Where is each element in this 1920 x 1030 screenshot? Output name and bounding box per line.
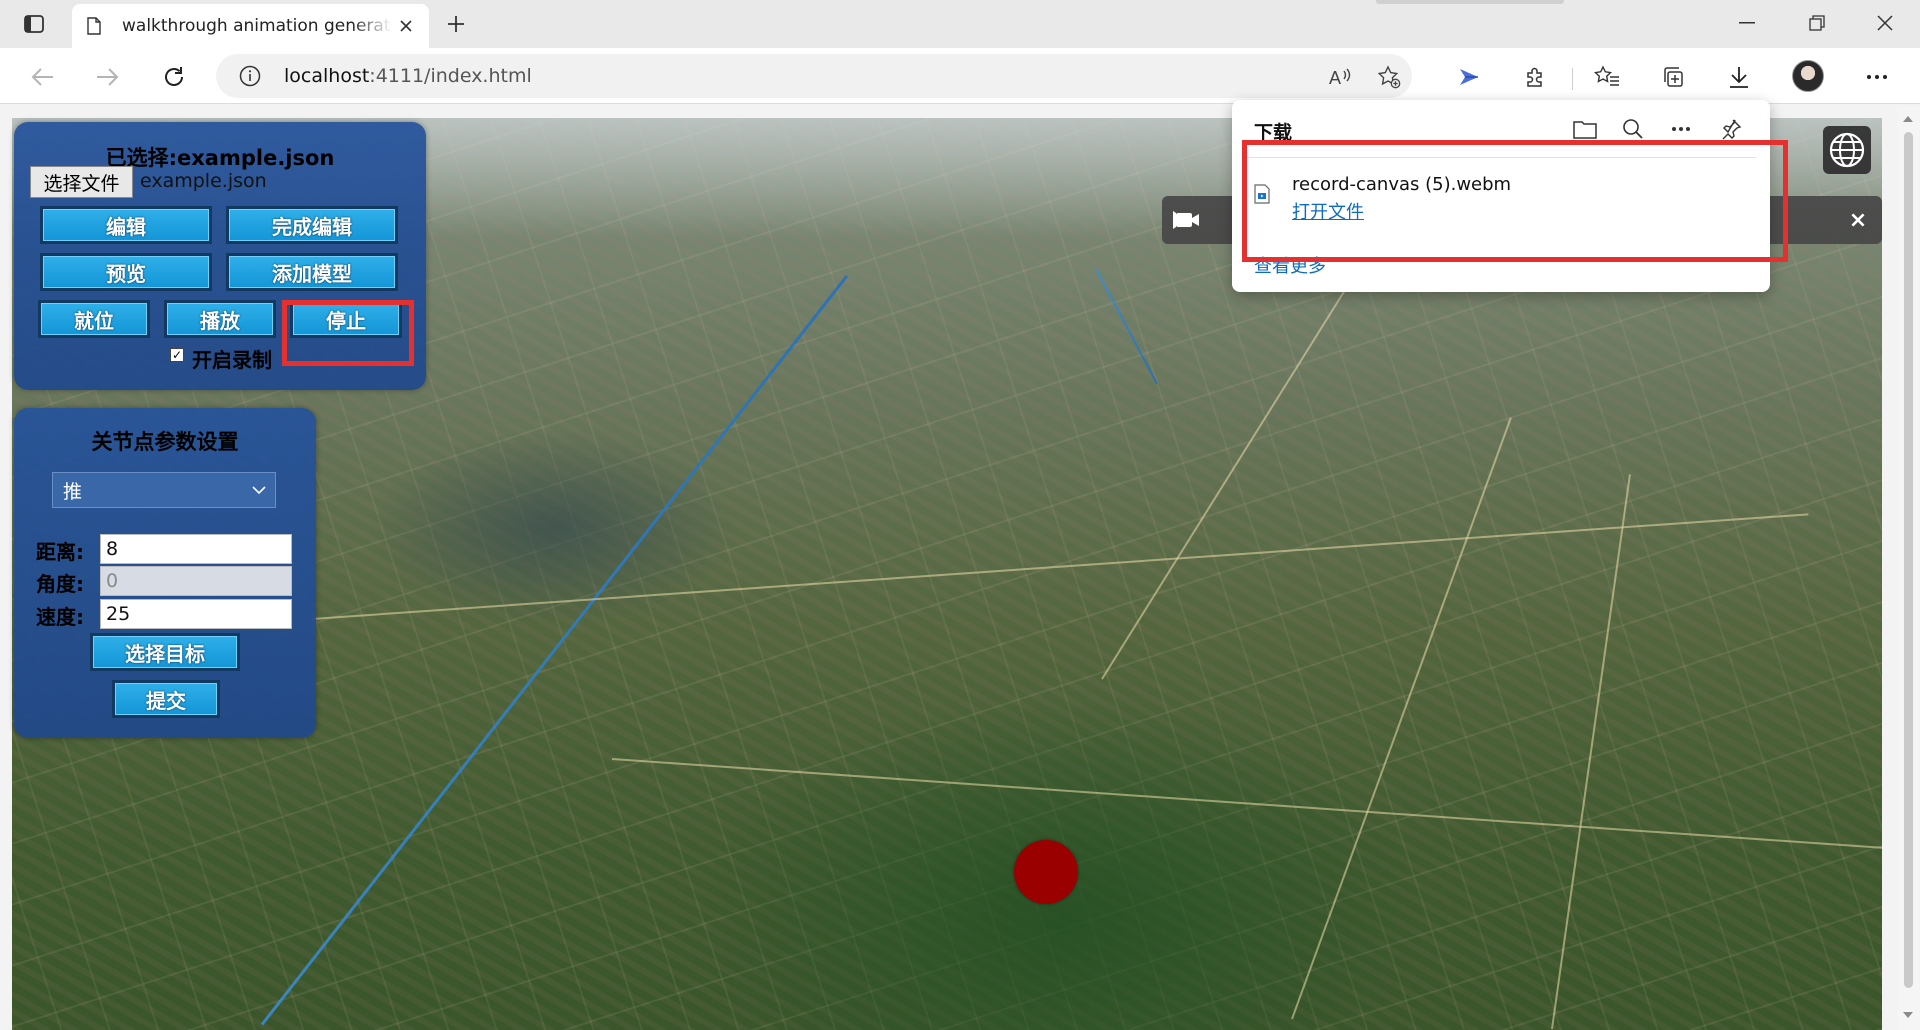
close-icon[interactable]: × (1846, 208, 1870, 233)
mode-select[interactable]: 推 (52, 472, 276, 508)
edit-button[interactable]: 编辑 (40, 206, 212, 244)
close-icon[interactable] (395, 15, 417, 37)
close-window-icon[interactable] (1862, 8, 1908, 38)
browser-tab[interactable]: walkthrough animation generator (72, 4, 429, 48)
minimize-icon[interactable] (1724, 8, 1770, 38)
avatar[interactable] (1792, 60, 1824, 92)
browser-toolbar: localhost:4111/index.html A (0, 48, 1920, 104)
address-bar[interactable]: localhost:4111/index.html A (216, 54, 1412, 98)
select-target-button[interactable]: 选择目标 (90, 633, 240, 671)
joint-settings-panel: 关节点参数设置 推 距离: 8 角度: 0 速度: 25 选择目标 提交 (14, 408, 316, 738)
download-highlight (1242, 140, 1788, 262)
choose-file-button[interactable]: 选择文件 (30, 166, 133, 198)
stop-highlight (282, 300, 414, 366)
extension-icon[interactable] (1452, 60, 1486, 94)
forward-icon[interactable] (90, 60, 124, 94)
svg-text:A: A (1329, 68, 1341, 88)
download-icon[interactable] (1722, 60, 1756, 94)
back-icon[interactable] (26, 60, 60, 94)
road (611, 758, 1882, 851)
target-marker[interactable] (1014, 840, 1078, 904)
road (311, 513, 1809, 620)
puzzle-icon[interactable] (1518, 60, 1552, 94)
distance-label: 距离: (36, 540, 84, 564)
url-text: localhost:4111/index.html (284, 65, 532, 87)
preview-button[interactable]: 预览 (40, 253, 212, 291)
profile-indicator (1376, 0, 1564, 4)
more-icon[interactable] (1860, 60, 1894, 94)
scroll-down-icon[interactable] (1903, 1012, 1913, 1018)
page-scrollbar[interactable] (1897, 106, 1920, 1030)
globe-icon[interactable] (1823, 126, 1871, 174)
tab-bar: walkthrough animation generator (0, 0, 1920, 48)
scroll-thumb[interactable] (1904, 132, 1913, 988)
collections-icon[interactable] (1656, 60, 1690, 94)
record-label: 开启录制 (192, 348, 272, 372)
road (1551, 474, 1631, 1030)
tab-title: walkthrough animation generator (122, 16, 392, 36)
selected-file-name: example.json (140, 170, 267, 192)
record-checkbox[interactable]: ✓ (170, 348, 184, 362)
read-aloud-icon[interactable]: A (1328, 64, 1354, 90)
info-icon[interactable] (238, 64, 262, 88)
chevron-down-icon (251, 482, 267, 498)
tab-actions-icon[interactable] (18, 10, 50, 38)
angle-label: 角度: (36, 572, 84, 596)
railway-line-far (1095, 268, 1158, 385)
speed-label: 速度: (36, 605, 84, 629)
speed-input[interactable]: 25 (100, 599, 292, 629)
angle-input[interactable]: 0 (100, 566, 292, 596)
distance-input[interactable]: 8 (100, 534, 292, 564)
favorite-add-icon[interactable] (1376, 64, 1402, 90)
position-button[interactable]: 就位 (38, 300, 150, 338)
url-host: localhost (284, 65, 370, 87)
scroll-up-icon[interactable] (1903, 116, 1913, 122)
play-button[interactable]: 播放 (164, 300, 276, 338)
toolbar-separator (1572, 68, 1573, 90)
road (1291, 417, 1512, 1020)
add-model-button[interactable]: 添加模型 (226, 253, 398, 291)
submit-button[interactable]: 提交 (112, 680, 220, 718)
refresh-icon[interactable] (157, 60, 191, 94)
url-path: :4111/index.html (369, 65, 532, 87)
mode-select-value: 推 (63, 480, 83, 503)
favorites-icon[interactable] (1590, 60, 1624, 94)
plus-icon[interactable] (440, 10, 472, 38)
panel-title: 关节点参数设置 (91, 430, 239, 454)
restore-icon[interactable] (1794, 8, 1840, 38)
camera-icon[interactable] (1172, 208, 1202, 232)
page-icon (87, 17, 101, 35)
finish-edit-button[interactable]: 完成编辑 (226, 206, 398, 244)
